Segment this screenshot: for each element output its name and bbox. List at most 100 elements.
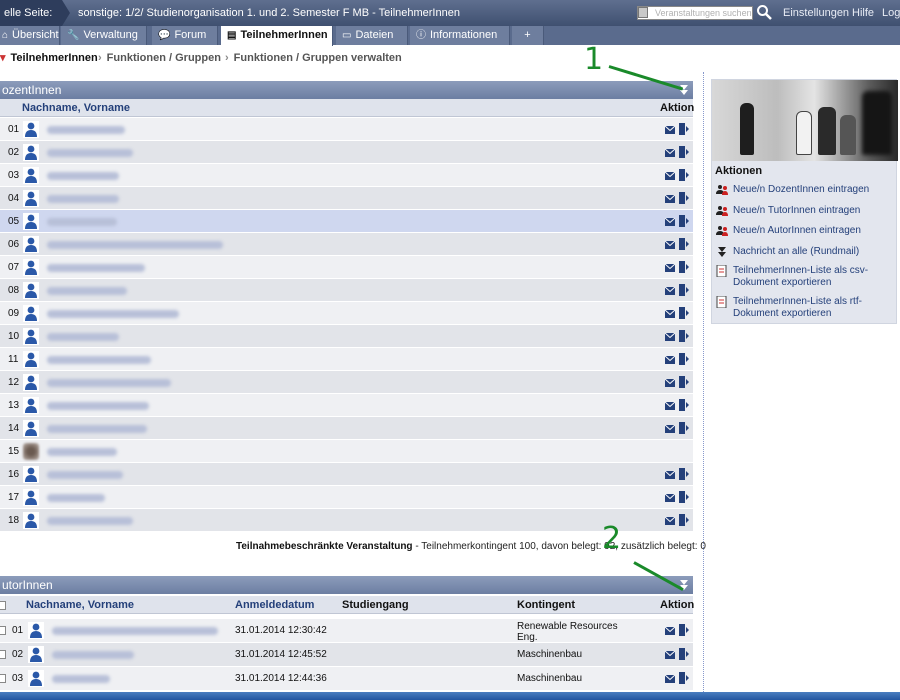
member-name-blurred[interactable]	[47, 425, 147, 433]
remove-member-icon[interactable]	[678, 399, 690, 411]
remove-member-icon[interactable]	[678, 192, 690, 204]
remove-member-icon[interactable]	[678, 491, 690, 503]
member-name-blurred[interactable]	[47, 126, 125, 134]
row-checkbox[interactable]	[0, 674, 6, 683]
remove-member-icon[interactable]	[678, 123, 690, 135]
avatar[interactable]	[23, 259, 39, 276]
logout-link[interactable]: Log	[882, 0, 900, 26]
remove-member-icon[interactable]	[678, 215, 690, 227]
member-name-blurred[interactable]	[47, 172, 119, 180]
mail-icon[interactable]	[664, 401, 676, 410]
avatar[interactable]	[28, 670, 44, 687]
avatar[interactable]	[23, 420, 39, 437]
member-name-blurred[interactable]	[47, 264, 145, 272]
mail-icon[interactable]	[664, 332, 676, 341]
sidebar-action-4[interactable]: Nachricht an alle (Rundmail)	[716, 246, 893, 258]
avatar[interactable]	[23, 282, 39, 299]
search-scope-toggle[interactable]	[638, 7, 648, 18]
mail-icon[interactable]	[664, 240, 676, 249]
avatar[interactable]	[23, 190, 39, 207]
avatar[interactable]	[23, 374, 39, 391]
avatar[interactable]	[28, 622, 44, 639]
mail-icon[interactable]	[664, 650, 676, 659]
row-checkbox[interactable]	[0, 650, 6, 659]
avatar[interactable]	[23, 489, 39, 506]
col-name[interactable]: Nachname, Vorname	[22, 99, 130, 117]
tab-add[interactable]: +	[512, 26, 544, 45]
avatar[interactable]	[23, 167, 39, 184]
mail-icon[interactable]	[664, 424, 676, 433]
remove-member-icon[interactable]	[678, 238, 690, 250]
member-name-blurred[interactable]	[47, 402, 149, 410]
sidebar-action-3[interactable]: Neue/n AutorInnen eintragen	[716, 225, 893, 237]
remove-member-icon[interactable]	[678, 330, 690, 342]
tab-information[interactable]: ⓘ Informationen	[410, 26, 510, 45]
col-registration-date[interactable]: Anmeldedatum	[235, 596, 314, 614]
member-name-blurred[interactable]	[52, 627, 218, 635]
member-name-blurred[interactable]	[47, 517, 133, 525]
mail-icon[interactable]	[664, 378, 676, 387]
member-name-blurred[interactable]	[47, 471, 123, 479]
tab-forum[interactable]: 💬 Forum	[152, 26, 218, 45]
mail-icon[interactable]	[664, 309, 676, 318]
tab-participants[interactable]: ▤ TeilnehmerInnen	[221, 26, 333, 46]
search-icon[interactable]	[756, 4, 772, 20]
search-input[interactable]: Veranstaltungen suchen	[637, 6, 753, 20]
member-name-blurred[interactable]	[52, 675, 110, 683]
avatar[interactable]	[23, 512, 39, 529]
member-name-blurred[interactable]	[47, 287, 127, 295]
row-checkbox[interactable]	[0, 626, 6, 635]
remove-member-icon[interactable]	[678, 376, 690, 388]
subnav-functions-groups[interactable]: › Funktionen / Gruppen	[98, 46, 221, 70]
avatar[interactable]	[28, 646, 44, 663]
remove-member-icon[interactable]	[678, 422, 690, 434]
tab-administration[interactable]: 🔧 Verwaltung	[61, 26, 147, 45]
member-name-blurred[interactable]	[47, 195, 119, 203]
remove-member-icon[interactable]	[678, 146, 690, 158]
member-name-blurred[interactable]	[47, 241, 223, 249]
avatar[interactable]	[23, 305, 39, 322]
mail-icon[interactable]	[664, 286, 676, 295]
sidebar-action-6[interactable]: TeilnehmerInnen-Liste als rtf-Dokument e…	[716, 295, 893, 320]
mail-icon[interactable]	[664, 171, 676, 180]
member-name-blurred[interactable]	[47, 356, 151, 364]
settings-link[interactable]: Einstellungen	[783, 0, 849, 26]
mail-icon[interactable]	[664, 263, 676, 272]
avatar[interactable]	[23, 144, 39, 161]
sidebar-action-2[interactable]: Neue/n TutorInnen eintragen	[716, 205, 893, 217]
avatar[interactable]	[23, 443, 39, 460]
member-name-blurred[interactable]	[47, 333, 119, 341]
remove-member-icon[interactable]	[678, 514, 690, 526]
member-name-blurred[interactable]	[47, 149, 133, 157]
mail-icon[interactable]	[664, 148, 676, 157]
tab-files[interactable]: ▭ Dateien	[336, 26, 408, 45]
mail-icon[interactable]	[664, 125, 676, 134]
member-name-blurred[interactable]	[47, 310, 179, 318]
avatar[interactable]	[23, 351, 39, 368]
avatar[interactable]	[23, 213, 39, 230]
remove-member-icon[interactable]	[678, 169, 690, 181]
remove-member-icon[interactable]	[678, 284, 690, 296]
col-name[interactable]: Nachname, Vorname	[26, 596, 134, 614]
mail-icon[interactable]	[664, 626, 676, 635]
subnav-manage-functions-groups[interactable]: › Funktionen / Gruppen verwalten	[225, 46, 402, 70]
sidebar-action-1[interactable]: Neue/n DozentInnen eintragen	[716, 184, 893, 196]
sidebar-action-5[interactable]: TeilnehmerInnen-Liste als csv-Dokument e…	[716, 264, 893, 289]
subnav-participants[interactable]: ▾ TeilnehmerInnen	[0, 46, 98, 70]
select-all-checkbox[interactable]	[0, 601, 6, 610]
mail-icon[interactable]	[664, 355, 676, 364]
help-link[interactable]: Hilfe	[852, 0, 874, 26]
mail-icon[interactable]	[664, 194, 676, 203]
remove-member-icon[interactable]	[678, 648, 690, 660]
remove-member-icon[interactable]	[678, 353, 690, 365]
member-name-blurred[interactable]	[47, 494, 105, 502]
remove-member-icon[interactable]	[678, 624, 690, 636]
remove-member-icon[interactable]	[678, 672, 690, 684]
avatar[interactable]	[23, 328, 39, 345]
mail-icon[interactable]	[664, 493, 676, 502]
avatar[interactable]	[23, 236, 39, 253]
remove-member-icon[interactable]	[678, 307, 690, 319]
remove-member-icon[interactable]	[678, 261, 690, 273]
member-name-blurred[interactable]	[52, 651, 134, 659]
mail-icon[interactable]	[664, 217, 676, 226]
